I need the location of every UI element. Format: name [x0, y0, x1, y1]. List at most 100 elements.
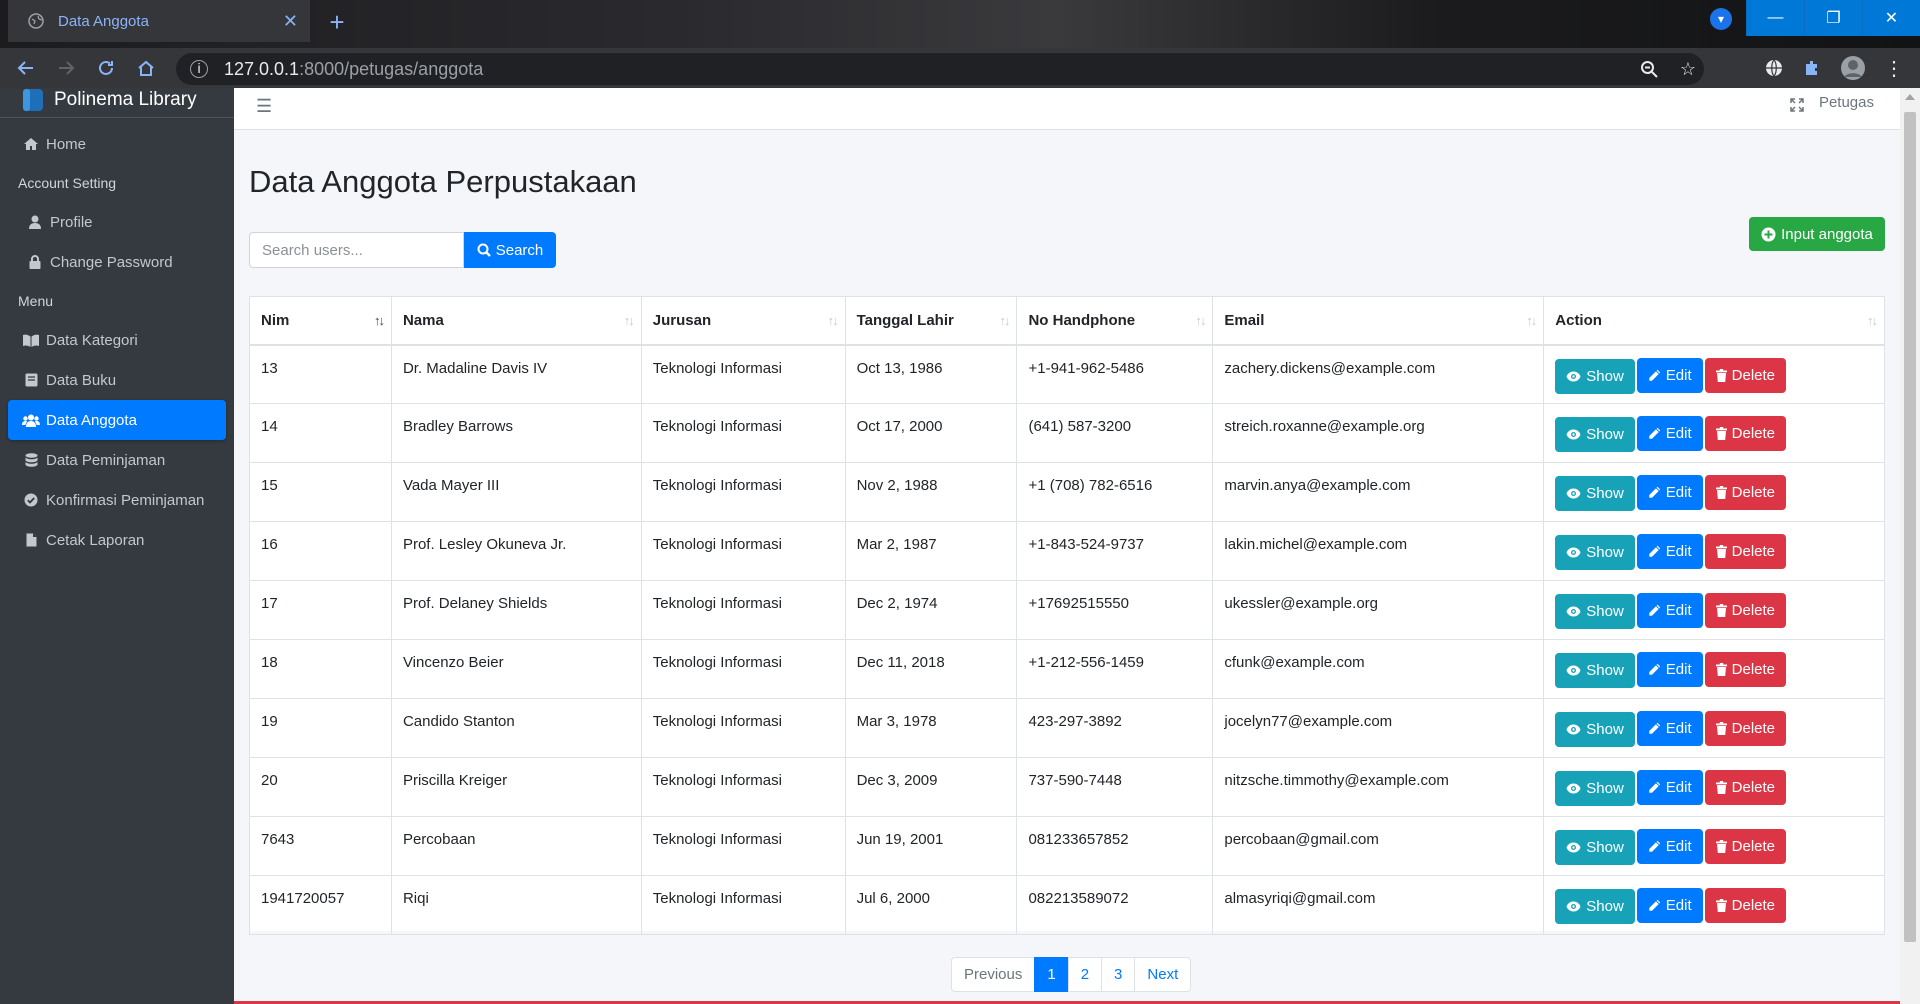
back-icon[interactable]: [6, 48, 46, 88]
column-header-tanggal-lahir[interactable]: Tanggal Lahir ↑↓: [844, 296, 1018, 346]
show-button[interactable]: Show: [1555, 771, 1635, 806]
delete-button[interactable]: Delete: [1704, 711, 1787, 746]
edit-button[interactable]: Edit: [1636, 357, 1703, 393]
scrollbar-thumb[interactable]: [1904, 112, 1916, 942]
sort-arrows-icon[interactable]: ↑↓: [1195, 313, 1206, 328]
pencil-icon: [1648, 899, 1661, 912]
restore-button[interactable]: ❐: [1804, 0, 1862, 36]
show-button[interactable]: Show: [1555, 358, 1635, 394]
delete-button[interactable]: Delete: [1704, 829, 1787, 864]
avatar[interactable]: [1840, 55, 1866, 81]
sidebar-item-home[interactable]: Home: [8, 124, 226, 164]
sidebar-item-data-anggota[interactable]: Data Anggota: [8, 400, 226, 440]
fullscreen-icon[interactable]: [1790, 98, 1804, 112]
delete-button[interactable]: Delete: [1704, 652, 1787, 687]
show-button[interactable]: Show: [1555, 594, 1635, 629]
menu-toggle-icon[interactable]: ☰: [256, 96, 272, 117]
column-header-nama[interactable]: Nama ↑↓: [390, 296, 642, 346]
edit-button[interactable]: Edit: [1636, 829, 1703, 864]
sidebar-item-data-kategori[interactable]: Data Kategori: [8, 320, 226, 360]
sidebar-item-data-buku[interactable]: Data Buku: [8, 360, 226, 400]
show-button[interactable]: Show: [1555, 417, 1635, 452]
sort-arrows-icon[interactable]: ↑↓: [1526, 313, 1537, 328]
reload-icon[interactable]: [86, 48, 126, 88]
show-button[interactable]: Show: [1555, 476, 1635, 511]
translate-icon[interactable]: [1764, 58, 1784, 78]
address-bar[interactable]: i 127.0.0.1:8000/petugas/anggota ☆: [176, 53, 1704, 85]
trash-icon: [1715, 840, 1727, 853]
sort-arrows-icon[interactable]: ↑↓: [624, 313, 635, 328]
show-button-label: Show: [1586, 603, 1624, 620]
delete-button[interactable]: Delete: [1704, 593, 1787, 628]
sidebar-item-cetak-laporan[interactable]: Cetak Laporan: [8, 520, 226, 560]
sort-arrows-icon[interactable]: ↑↓: [374, 313, 385, 328]
forward-icon[interactable]: [46, 48, 86, 88]
site-info-icon[interactable]: i: [190, 60, 208, 78]
column-header-action[interactable]: Action ↑↓: [1543, 296, 1885, 346]
show-button[interactable]: Show: [1555, 830, 1635, 865]
profile-menu-icon[interactable]: ▾: [1710, 8, 1732, 30]
cell-action: Show Edit Delete: [1543, 816, 1885, 876]
edit-button[interactable]: Edit: [1636, 416, 1703, 451]
eye-icon: [1566, 901, 1581, 912]
delete-button[interactable]: Delete: [1704, 357, 1787, 393]
column-header-jurusan[interactable]: Jurusan ↑↓: [640, 296, 846, 346]
new-tab-button[interactable]: +: [322, 8, 352, 38]
pencil-icon: [1648, 663, 1661, 676]
edit-button[interactable]: Edit: [1636, 534, 1703, 569]
sort-arrows-icon[interactable]: ↑↓: [828, 313, 839, 328]
close-window-button[interactable]: ✕: [1862, 0, 1920, 36]
page-scrollbar[interactable]: [1900, 88, 1920, 1004]
edit-button[interactable]: Edit: [1636, 652, 1703, 687]
input-anggota-button[interactable]: Input anggota: [1749, 217, 1885, 251]
delete-button[interactable]: Delete: [1704, 534, 1787, 569]
table-row: 7643 Percobaan Teknologi Informasi Jun 19, …: [249, 816, 1885, 876]
browser-tab[interactable]: Data Anggota ✕: [8, 0, 310, 42]
delete-button[interactable]: Delete: [1704, 888, 1787, 923]
column-header-email[interactable]: Email ↑↓: [1212, 296, 1545, 346]
delete-button-label: Delete: [1731, 779, 1776, 796]
close-tab-icon[interactable]: ✕: [283, 11, 298, 32]
show-button[interactable]: Show: [1555, 653, 1635, 688]
delete-button[interactable]: Delete: [1704, 475, 1787, 510]
sidebar-item-profile[interactable]: Profile: [8, 202, 226, 242]
column-header-nim[interactable]: Nim ↑↓: [249, 296, 392, 346]
delete-button[interactable]: Delete: [1704, 770, 1787, 805]
user-menu[interactable]: Petugas: [1819, 94, 1874, 111]
sidebar-item-change-password[interactable]: Change Password: [8, 242, 226, 282]
sort-arrows-icon[interactable]: ↑↓: [999, 313, 1010, 328]
edit-button[interactable]: Edit: [1636, 475, 1703, 510]
search-button[interactable]: Search: [464, 232, 556, 268]
sidebar-item-label: Menu: [18, 293, 54, 309]
edit-button[interactable]: Edit: [1636, 888, 1703, 923]
pagination-previous[interactable]: Previous: [951, 957, 1036, 992]
show-button[interactable]: Show: [1555, 712, 1635, 747]
pagination-page[interactable]: 1: [1034, 957, 1069, 992]
show-button[interactable]: Show: [1555, 889, 1635, 924]
eye-icon: [1566, 429, 1581, 440]
column-header-no-handphone[interactable]: No Handphone ↑↓: [1016, 296, 1214, 346]
pagination-page[interactable]: 3: [1101, 957, 1136, 992]
delete-button[interactable]: Delete: [1704, 416, 1787, 451]
pagination-next[interactable]: Next: [1134, 957, 1192, 992]
cell-nim: 7643: [249, 816, 392, 876]
scroll-up-arrow-icon[interactable]: [1905, 94, 1915, 100]
browser-menu-icon[interactable]: ⋮: [1884, 56, 1904, 81]
zoom-icon[interactable]: [1640, 60, 1658, 78]
extensions-icon[interactable]: [1802, 58, 1822, 78]
bookmark-star-icon[interactable]: ☆: [1680, 59, 1696, 80]
search-input[interactable]: [249, 232, 464, 268]
sort-arrows-icon[interactable]: ↑↓: [1867, 313, 1878, 328]
pagination-page[interactable]: 2: [1067, 957, 1103, 992]
browser-chrome: Data Anggota ✕ + ▾ — ❐ ✕ i 127.0.0.1:800…: [0, 0, 1920, 88]
edit-button[interactable]: Edit: [1636, 711, 1703, 746]
cell-email: ukessler@example.org: [1212, 580, 1545, 640]
edit-button[interactable]: Edit: [1636, 770, 1703, 805]
show-button[interactable]: Show: [1555, 535, 1635, 570]
brand-link[interactable]: Polinema Library: [0, 88, 234, 118]
edit-button[interactable]: Edit: [1636, 593, 1703, 628]
minimize-button[interactable]: —: [1746, 0, 1804, 36]
home-button-icon[interactable]: [126, 48, 166, 88]
sidebar-item-data-peminjaman[interactable]: Data Peminjaman: [8, 440, 226, 480]
sidebar-item-konfirmasi-peminjaman[interactable]: Konfirmasi Peminjaman: [8, 480, 226, 520]
